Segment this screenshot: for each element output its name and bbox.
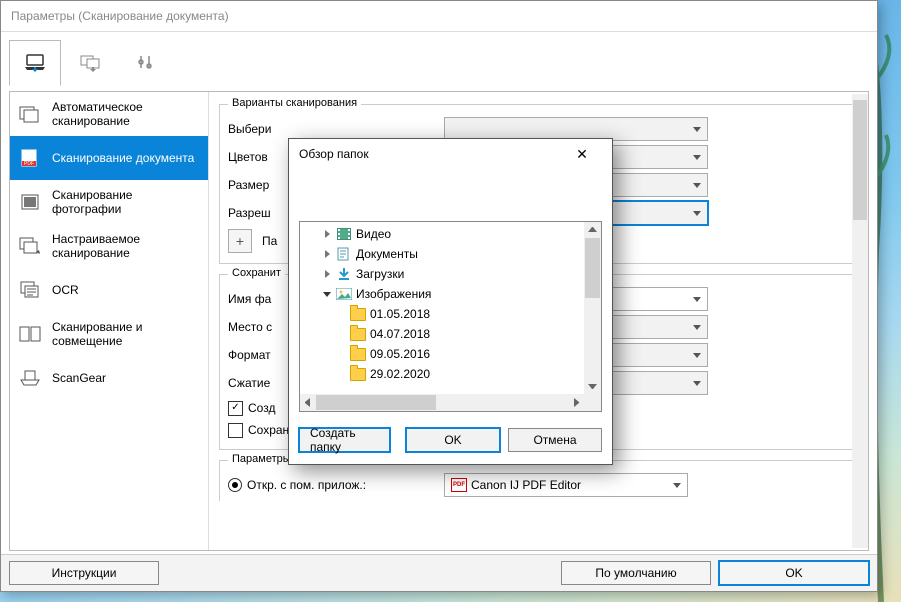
group-title: Сохранит [228,267,285,279]
folder-icon [350,327,366,341]
tree-label: 09.05.2016 [370,347,430,361]
tree-label: Документы [356,247,418,261]
folder-icon [350,347,366,361]
sidebar-item-label: Автоматическое сканирование [52,100,202,129]
sidebar-item-label: ScanGear [52,371,202,385]
video-icon [336,227,352,241]
sidebar-item-photo-scan[interactable]: Сканирование фотографии [10,180,208,224]
new-folder-button[interactable]: Создать папку [299,428,390,452]
dialog-title: Обзор папок [299,147,369,161]
expand-button[interactable]: + [228,229,252,253]
content-scrollbar[interactable] [852,94,868,548]
row-label: Выбери [228,122,438,136]
tree-horizontal-scrollbar[interactable] [300,394,584,411]
tree-node-folder[interactable]: 09.05.2016 [300,344,584,364]
sidebar-item-label: Сканирование и совмещение [52,320,202,349]
custom-scan-icon [16,234,44,258]
images-icon [336,287,352,301]
open-with-radio[interactable]: Откр. с пом. прилож.: [228,478,438,492]
footer: Инструкции По умолчанию OK [1,554,877,591]
sidebar-item-auto-scan[interactable]: Автоматическое сканирование [10,92,208,136]
documents-icon [336,247,352,261]
sidebar-item-label: OCR [52,283,202,297]
radio-label: Откр. с пом. прилож.: [247,478,366,492]
pdf-icon: PDF [451,478,467,492]
sidebar-item-custom-scan[interactable]: Настраиваемое сканирование [10,224,208,268]
tree-label: Загрузки [356,267,404,281]
sidebar: Автоматическое сканирование PDF Сканиров… [10,92,209,550]
tree-label: 04.07.2018 [370,327,430,341]
stitch-icon [16,322,44,346]
sidebar-item-ocr[interactable]: OCR [10,268,208,312]
checkbox-label: Созд [248,401,275,415]
ok-button[interactable]: OK [719,561,869,585]
tree-node-documents[interactable]: Документы [300,244,584,264]
ocr-icon [16,278,44,302]
tree-label: 01.05.2018 [370,307,430,321]
doc-scan-icon: PDF [16,146,44,170]
tree-node-folder[interactable]: 29.02.2020 [300,364,584,384]
app-options-group: Параметры приложения Откр. с пом. прилож… [219,460,858,501]
app-name: Canon IJ PDF Editor [471,478,581,492]
downloads-icon [336,267,352,281]
auto-scan-icon [16,102,44,126]
scangear-icon [16,366,44,390]
row-label: Па [262,234,277,248]
dialog-ok-button[interactable]: OK [406,428,500,452]
folder-tree[interactable]: Видео Документы Загрузки Изображения 01.… [299,221,602,412]
svg-text:PDF: PDF [24,161,34,167]
tree-node-folder[interactable]: 01.05.2018 [300,304,584,324]
dialog-titlebar: Обзор папок ✕ [289,139,612,169]
sidebar-item-doc-scan[interactable]: PDF Сканирование документа [10,136,208,180]
top-tabbar [1,32,877,92]
folder-icon [350,307,366,321]
browse-folder-dialog: Обзор папок ✕ Видео Документы Загрузки И… [288,138,613,465]
tree-node-video[interactable]: Видео [300,224,584,244]
defaults-button[interactable]: По умолчанию [561,561,711,585]
tree-label: 29.02.2020 [370,367,430,381]
sidebar-item-stitch[interactable]: Сканирование и совмещение [10,312,208,356]
tab-scan-cloud[interactable] [64,40,116,86]
instructions-button[interactable]: Инструкции [9,561,159,585]
window-title: Параметры (Сканирование документа) [1,1,877,32]
sidebar-item-label: Сканирование фотографии [52,188,202,217]
tree-node-downloads[interactable]: Загрузки [300,264,584,284]
tab-settings[interactable] [119,40,171,86]
tab-scan-computer[interactable] [9,40,61,86]
dialog-cancel-button[interactable]: Отмена [508,428,602,452]
app-combo[interactable]: PDF Canon IJ PDF Editor [444,473,688,497]
tree-node-folder[interactable]: 04.07.2018 [300,324,584,344]
tree-label: Видео [356,227,391,241]
tree-node-images[interactable]: Изображения [300,284,584,304]
sidebar-item-label: Настраиваемое сканирование [52,232,202,261]
sidebar-item-label: Сканирование документа [52,151,202,165]
tree-label: Изображения [356,287,431,301]
group-title: Варианты сканирования [228,97,361,109]
photo-scan-icon [16,190,44,214]
tree-vertical-scrollbar[interactable] [584,222,601,394]
folder-icon [350,367,366,381]
sidebar-item-scangear[interactable]: ScanGear [10,356,208,400]
close-button[interactable]: ✕ [562,142,602,166]
